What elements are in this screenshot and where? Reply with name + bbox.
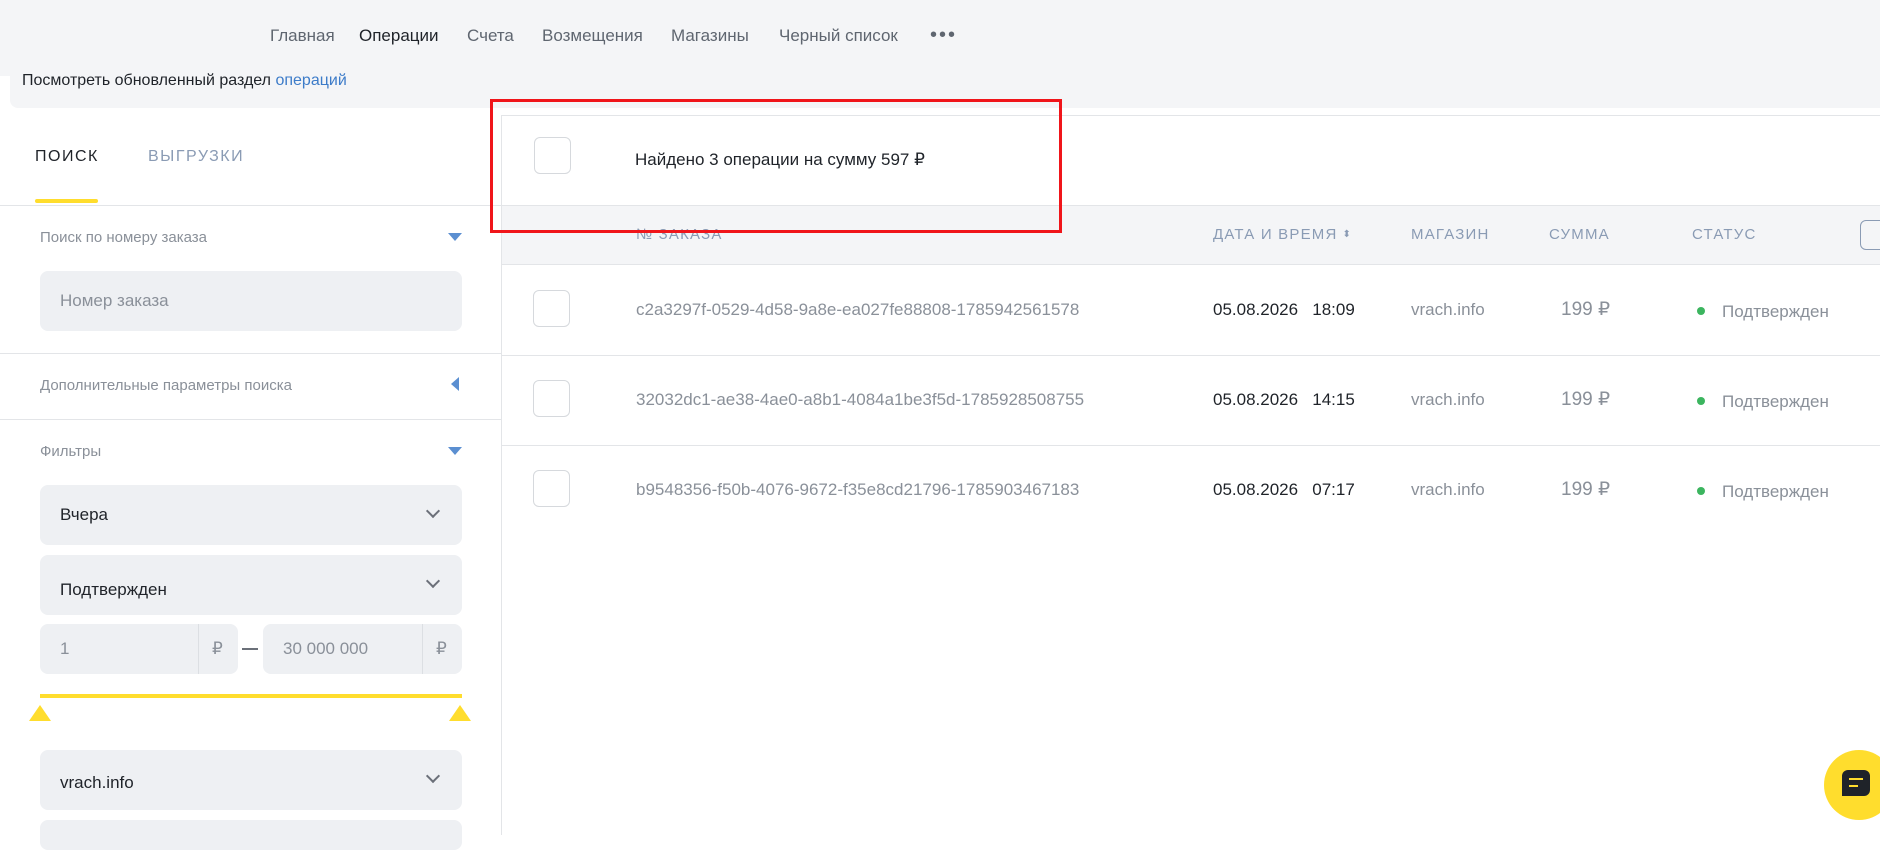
date: 05.08.2026 [1213, 300, 1299, 319]
amount-to-value: 30 000 000 [283, 639, 369, 658]
divider [422, 624, 423, 674]
status-dot-icon [1697, 487, 1705, 495]
nav-item-operations[interactable]: Операции [359, 26, 439, 46]
shop-name: vrach.info [1411, 300, 1485, 319]
collapse-triangle-icon[interactable] [448, 447, 462, 455]
amount-to-field[interactable]: 30 000 000 ₽ [263, 624, 462, 674]
sum-value: 199 ₽ [1561, 389, 1611, 410]
search-sidebar: ПОИСК ВЫГРУЗКИ Поиск по номеру заказа До… [0, 115, 502, 850]
status-dot-icon [1697, 397, 1705, 405]
status-text: Подтвержден [1722, 302, 1829, 321]
divider [0, 353, 502, 354]
order-number[interactable]: c2a3297f-0529-4d58-9a8e-ea027fe88808-178… [636, 300, 1079, 320]
order-number[interactable]: 32032dc1-ae38-4ae0-a8b1-4084a1be3f5d-178… [636, 390, 1084, 410]
extra-params-title[interactable]: Дополнительные параметры поиска [40, 377, 292, 394]
slider-max-handle[interactable] [449, 705, 471, 721]
date: 05.08.2026 [1213, 390, 1299, 409]
order-search-title[interactable]: Поиск по номеру заказа [40, 229, 207, 246]
tab-search[interactable]: ПОИСК [35, 148, 99, 166]
tab-underline [35, 199, 98, 203]
amount-slider-track[interactable] [40, 694, 462, 698]
chat-button[interactable] [1824, 750, 1880, 820]
status-dot-icon [1697, 307, 1705, 315]
columns-settings-button[interactable] [1860, 220, 1880, 250]
date: 05.08.2026 [1213, 480, 1299, 499]
nav-item-blacklist[interactable]: Черный список [779, 26, 898, 46]
row-checkbox[interactable] [533, 290, 570, 327]
divider [0, 419, 502, 420]
sum-value: 199 ₽ [1561, 479, 1611, 500]
order-number-input[interactable] [40, 271, 462, 331]
row-checkbox[interactable] [533, 380, 570, 417]
amount-from-field[interactable]: 1 ₽ [40, 624, 238, 674]
chat-icon [1842, 770, 1870, 796]
header-shop: МАГАЗИН [1411, 226, 1490, 243]
nav-item-shops[interactable]: Магазины [671, 26, 749, 46]
header-sum: СУММА [1549, 226, 1610, 243]
notice-link[interactable]: операций [275, 72, 346, 89]
order-number[interactable]: b9548356-f50b-4076-9672-f35e8cd21796-178… [636, 480, 1079, 500]
status-text: Подтвержден [1722, 392, 1829, 411]
status-text: Подтвержден [1722, 482, 1829, 501]
header-status: СТАТУС [1692, 226, 1757, 243]
top-navigation: Главная Операции Счета Возмещения Магази… [0, 0, 1880, 76]
date-time: 05.08.2026 14:15 [1213, 390, 1355, 410]
status-value: Подтвержден [60, 580, 167, 599]
range-dash [242, 648, 258, 650]
chevron-down-icon [425, 573, 441, 589]
status-select[interactable]: Подтвержден [40, 555, 462, 615]
currency-label: ₽ [212, 639, 223, 658]
nav-item-accounts[interactable]: Счета [467, 26, 514, 46]
slider-min-handle[interactable] [29, 705, 51, 721]
collapse-triangle-icon[interactable] [448, 233, 462, 241]
nav-item-home[interactable]: Главная [270, 26, 335, 46]
row-divider [502, 355, 1880, 356]
shop-name: vrach.info [1411, 480, 1485, 499]
chevron-down-icon [425, 503, 441, 519]
sort-icon[interactable]: ⬍ [1343, 229, 1353, 240]
notice-text: Посмотреть обновленный раздел [22, 72, 276, 89]
time: 14:15 [1312, 390, 1355, 409]
expand-triangle-icon[interactable] [451, 377, 459, 391]
order-number-field[interactable] [40, 271, 462, 331]
date-time: 05.08.2026 07:17 [1213, 480, 1355, 500]
row-divider [502, 445, 1880, 446]
nav-item-refunds[interactable]: Возмещения [542, 26, 643, 46]
period-select[interactable]: Вчера [40, 485, 462, 545]
tab-exports[interactable]: ВЫГРУЗКИ [148, 148, 244, 166]
time: 18:09 [1312, 300, 1355, 319]
next-filter-field[interactable] [40, 820, 462, 850]
chevron-down-icon [425, 768, 441, 784]
shop-name: vrach.info [1411, 390, 1485, 409]
highlight-frame [490, 99, 1062, 233]
date-time: 05.08.2026 18:09 [1213, 300, 1355, 320]
currency-label: ₽ [436, 639, 447, 658]
shop-value: vrach.info [60, 773, 134, 792]
shop-select[interactable]: vrach.info [40, 750, 462, 810]
period-value: Вчера [60, 505, 108, 524]
more-icon[interactable]: ••• [930, 24, 957, 47]
time: 07:17 [1312, 480, 1355, 499]
divider [0, 205, 502, 206]
header-date-time-label: ДАТА И ВРЕМЯ [1213, 226, 1338, 243]
amount-from-value: 1 [60, 639, 70, 658]
filters-title[interactable]: Фильтры [40, 443, 101, 460]
divider [198, 624, 199, 674]
header-date-time[interactable]: ДАТА И ВРЕМЯ ⬍ [1213, 226, 1352, 243]
row-checkbox[interactable] [533, 470, 570, 507]
sum-value: 199 ₽ [1561, 299, 1611, 320]
